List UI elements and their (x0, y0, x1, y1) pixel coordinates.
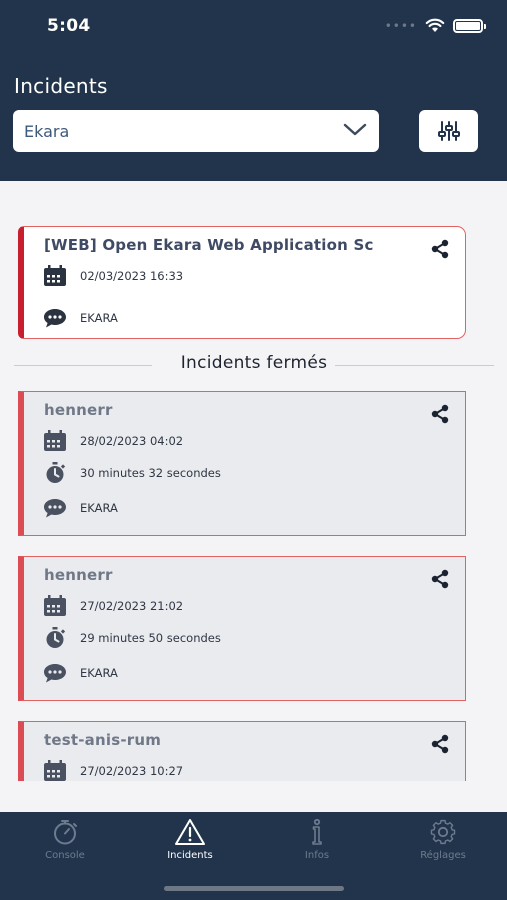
incident-date: 27/02/2023 10:27 (80, 764, 184, 778)
calendar-icon (42, 264, 68, 288)
incident-duration-row: 30 minutes 32 secondes (42, 461, 221, 485)
incident-title: hennerr (44, 401, 113, 419)
status-icons: •••• (384, 18, 486, 33)
tab-incidents[interactable]: Incidents (127, 812, 253, 872)
calendar-icon (42, 759, 68, 781)
incident-title: test-anis-rum (44, 731, 162, 749)
incident-comment-row: EKARA (42, 661, 118, 685)
status-time: 5:04 (47, 16, 91, 36)
incident-date: 28/02/2023 04:02 (80, 434, 184, 448)
incident-list[interactable]: [WEB] Open Ekara Web Application Sc 02/0… (0, 181, 507, 781)
incident-date-row: 27/02/2023 10:27 (42, 759, 183, 781)
comment-icon (42, 306, 68, 330)
incident-duration: 30 minutes 32 secondes (80, 466, 221, 480)
closed-section-title: Incidents fermés (172, 353, 336, 373)
tab-label: Infos (304, 850, 330, 861)
signal-icon: •••• (384, 18, 417, 33)
header: 5:04 •••• Incidents Ekara (0, 0, 507, 181)
stopwatch-icon (54, 820, 77, 845)
calendar-icon (42, 594, 68, 618)
closed-incident-card[interactable]: test-anis-rum 27/02/2023 10:27 (18, 721, 466, 781)
incident-date: 02/03/2023 16:33 (80, 269, 184, 283)
closed-incident-card[interactable]: hennerr 28/02/2023 04:02 30 minutes 32 s… (18, 391, 466, 536)
share-icon[interactable] (430, 569, 450, 589)
tab-reglages[interactable]: Réglages (380, 812, 506, 872)
filter-button[interactable] (419, 110, 478, 152)
share-icon[interactable] (430, 734, 450, 754)
comment-icon (42, 496, 68, 520)
incident-comment-row: EKARA (42, 496, 118, 520)
incident-comment-row: EKARA (42, 306, 118, 330)
incident-comment: EKARA (80, 666, 118, 680)
tab-label: Console (45, 850, 85, 861)
comment-icon (42, 661, 68, 685)
select-value: Ekara (24, 121, 70, 141)
incident-date: 27/02/2023 21:02 (80, 599, 184, 613)
warning-icon (175, 819, 205, 845)
closed-section-divider: Incidents fermés (14, 353, 494, 377)
organization-select[interactable]: Ekara (13, 110, 379, 152)
open-incident-card[interactable]: [WEB] Open Ekara Web Application Sc 02/0… (18, 226, 466, 339)
chevron-down-icon (343, 123, 367, 136)
home-indicator[interactable] (164, 886, 344, 891)
incident-duration: 29 minutes 50 secondes (80, 631, 221, 645)
tab-label: Réglages (420, 850, 466, 861)
share-icon[interactable] (430, 404, 450, 424)
incident-duration-row: 29 minutes 50 secondes (42, 626, 221, 650)
stopwatch-icon (42, 626, 68, 650)
incident-title: hennerr (44, 566, 113, 584)
wifi-icon (425, 18, 445, 32)
closed-incident-card[interactable]: hennerr 27/02/2023 21:02 29 minutes 50 s… (18, 556, 466, 701)
incident-comment: EKARA (80, 311, 118, 325)
calendar-icon (42, 429, 68, 453)
incident-date-row: 02/03/2023 16:33 (42, 264, 183, 288)
tab-label: Incidents (167, 850, 213, 861)
tab-infos[interactable]: Infos (254, 812, 380, 872)
incident-date-row: 28/02/2023 04:02 (42, 429, 183, 453)
info-icon (312, 818, 322, 845)
sliders-icon (437, 121, 460, 141)
share-icon[interactable] (430, 239, 450, 259)
stopwatch-icon (42, 461, 68, 485)
gear-icon (430, 819, 456, 845)
incident-comment: EKARA (80, 501, 118, 515)
page-title: Incidents (14, 74, 108, 98)
battery-icon (453, 18, 486, 33)
incident-date-row: 27/02/2023 21:02 (42, 594, 183, 618)
tab-console[interactable]: Console (2, 812, 128, 872)
incident-title: [WEB] Open Ekara Web Application Sc (44, 236, 374, 254)
